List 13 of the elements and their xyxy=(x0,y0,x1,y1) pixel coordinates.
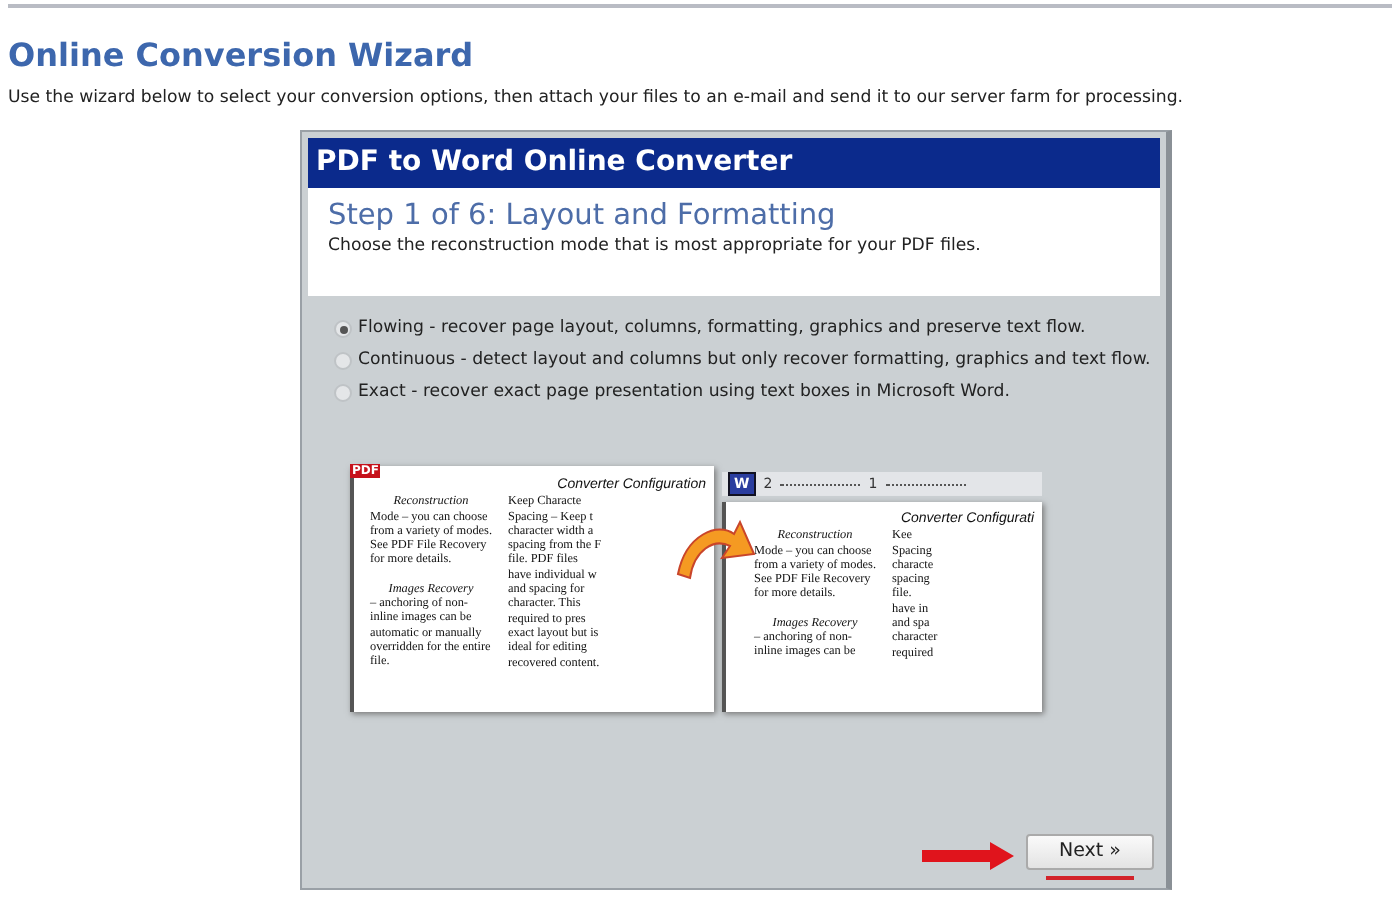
wizard-title: PDF to Word Online Converter xyxy=(308,138,1160,189)
radio-button[interactable] xyxy=(334,320,352,339)
step-title: Step 1 of 6: Layout and Formatting xyxy=(328,200,838,235)
next-button[interactable]: Next » xyxy=(1026,833,1154,871)
step-description: Choose the reconstruction mode that is most appropriate for your PDF files. xyxy=(328,234,983,261)
radio-button[interactable] xyxy=(334,352,352,371)
page-title: Online Conversion Wizard xyxy=(8,36,476,75)
pointer-arrow-icon xyxy=(922,842,1014,871)
option-label: Exact - recover exact page presentation using text boxes in Microsoft Word. xyxy=(358,380,1010,407)
option-label: Continuous - detect layout and columns but only recover formatting, graphics and text flow. xyxy=(358,348,1151,375)
option-label: Flowing - recover page layout, columns, formatting, graphics and preserve text flow. xyxy=(358,316,1086,343)
radio-button[interactable] xyxy=(334,384,352,403)
page-description: Use the wizard below to select your conversion options, then attach your files to an e-mail and send it to our server farm for processing. xyxy=(8,86,1186,113)
